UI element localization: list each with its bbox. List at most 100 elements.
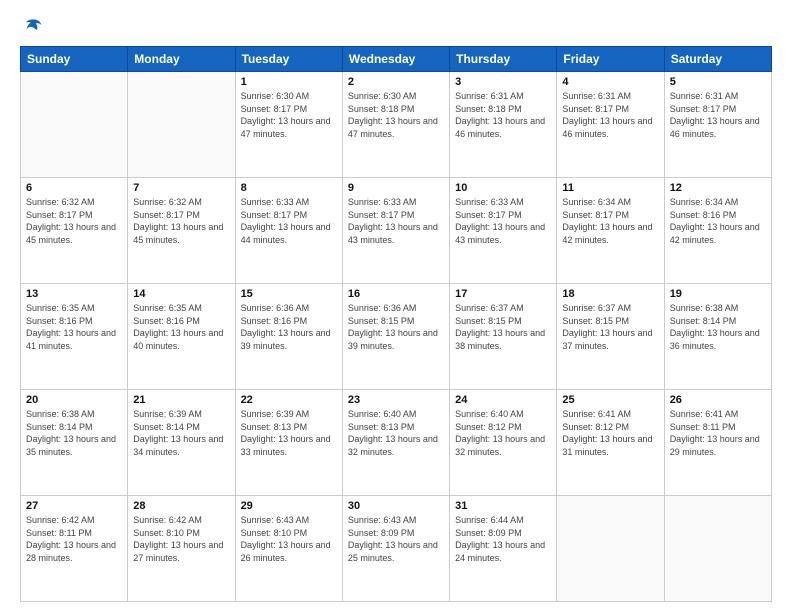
calendar-cell: 27 Sunrise: 6:42 AM Sunset: 8:11 PM Dayli… — [21, 496, 128, 602]
calendar-cell: 30 Sunrise: 6:43 AM Sunset: 8:09 PM Dayli… — [342, 496, 449, 602]
calendar-cell: 5 Sunrise: 6:31 AM Sunset: 8:17 PM Daylig… — [664, 72, 771, 178]
day-info: Sunrise: 6:36 AM Sunset: 8:16 PM Dayligh… — [241, 302, 337, 352]
calendar-cell: 16 Sunrise: 6:36 AM Sunset: 8:15 PM Dayli… — [342, 284, 449, 390]
calendar-cell: 26 Sunrise: 6:41 AM Sunset: 8:11 PM Dayli… — [664, 390, 771, 496]
day-info: Sunrise: 6:43 AM Sunset: 8:09 PM Dayligh… — [348, 514, 444, 564]
calendar-cell — [557, 496, 664, 602]
day-number: 23 — [348, 394, 444, 406]
day-number: 27 — [26, 500, 122, 512]
day-info: Sunrise: 6:44 AM Sunset: 8:09 PM Dayligh… — [455, 514, 551, 564]
calendar-cell: 9Sunrise: 6:33 AM Sunset: 8:17 PM Daylig… — [342, 178, 449, 284]
calendar-cell: 8 Sunrise: 6:33 AM Sunset: 8:17 PM Daylig… — [235, 178, 342, 284]
day-info: Sunrise: 6:31 AM Sunset: 8:17 PM Dayligh… — [670, 90, 766, 140]
weekday-header-monday: Monday — [128, 47, 235, 72]
day-number: 11 — [562, 182, 658, 194]
day-number: 28 — [133, 500, 229, 512]
logo-bird-icon — [24, 16, 44, 36]
day-info: Sunrise: 6:37 AM Sunset: 8:15 PM Dayligh… — [562, 302, 658, 352]
day-number: 10 — [455, 182, 551, 194]
weekday-header-saturday: Saturday — [664, 47, 771, 72]
day-number: 8 — [241, 182, 337, 194]
calendar-cell: 10 Sunrise: 6:33 AM Sunset: 8:17 PM Dayli… — [450, 178, 557, 284]
day-number: 13 — [26, 288, 122, 300]
weekday-header-row: SundayMondayTuesdayWednesdayThursdayFrid… — [21, 47, 772, 72]
day-number: 15 — [241, 288, 337, 300]
day-number: 19 — [670, 288, 766, 300]
day-info: Sunrise: 6:38 AM Sunset: 8:14 PM Dayligh… — [26, 408, 122, 458]
calendar-cell: 31 Sunrise: 6:44 AM Sunset: 8:09 PM Dayli… — [450, 496, 557, 602]
calendar-cell: 23 Sunrise: 6:40 AM Sunset: 8:13 PM Dayli… — [342, 390, 449, 496]
calendar-cell: 18 Sunrise: 6:37 AM Sunset: 8:15 PM Dayli… — [557, 284, 664, 390]
day-info: Sunrise: 6:32 AM Sunset: 8:17 PM Dayligh… — [133, 196, 229, 246]
week-row-1: 6Sunrise: 6:32 AM Sunset: 8:17 PM Daylig… — [21, 178, 772, 284]
day-number: 7 — [133, 182, 229, 194]
calendar-cell — [664, 496, 771, 602]
calendar-cell: 21Sunrise: 6:39 AM Sunset: 8:14 PM Dayli… — [128, 390, 235, 496]
calendar-cell: 17 Sunrise: 6:37 AM Sunset: 8:15 PM Dayli… — [450, 284, 557, 390]
day-info: Sunrise: 6:40 AM Sunset: 8:12 PM Dayligh… — [455, 408, 551, 458]
day-info: Sunrise: 6:31 AM Sunset: 8:17 PM Dayligh… — [562, 90, 658, 140]
day-info: Sunrise: 6:41 AM Sunset: 8:11 PM Dayligh… — [670, 408, 766, 458]
weekday-header-tuesday: Tuesday — [235, 47, 342, 72]
day-info: Sunrise: 6:42 AM Sunset: 8:11 PM Dayligh… — [26, 514, 122, 564]
day-info: Sunrise: 6:41 AM Sunset: 8:12 PM Dayligh… — [562, 408, 658, 458]
calendar-cell — [128, 72, 235, 178]
calendar-cell: 29 Sunrise: 6:43 AM Sunset: 8:10 PM Dayli… — [235, 496, 342, 602]
calendar-cell: 28 Sunrise: 6:42 AM Sunset: 8:10 PM Dayli… — [128, 496, 235, 602]
day-info: Sunrise: 6:39 AM Sunset: 8:14 PM Dayligh… — [133, 408, 229, 458]
calendar-table: SundayMondayTuesdayWednesdayThursdayFrid… — [20, 46, 772, 602]
day-number: 2 — [348, 76, 444, 88]
day-info: Sunrise: 6:37 AM Sunset: 8:15 PM Dayligh… — [455, 302, 551, 352]
calendar-cell: 11 Sunrise: 6:34 AM Sunset: 8:17 PM Dayli… — [557, 178, 664, 284]
day-number: 5 — [670, 76, 766, 88]
weekday-header-sunday: Sunday — [21, 47, 128, 72]
day-number: 26 — [670, 394, 766, 406]
day-number: 12 — [670, 182, 766, 194]
logo — [20, 16, 46, 36]
day-number: 31 — [455, 500, 551, 512]
header — [20, 16, 772, 36]
day-info: Sunrise: 6:43 AM Sunset: 8:10 PM Dayligh… — [241, 514, 337, 564]
day-number: 22 — [241, 394, 337, 406]
day-info: Sunrise: 6:38 AM Sunset: 8:14 PM Dayligh… — [670, 302, 766, 352]
week-row-0: 1 Sunrise: 6:30 AM Sunset: 8:17 PM Daylig… — [21, 72, 772, 178]
calendar-cell: 2 Sunrise: 6:30 AM Sunset: 8:18 PM Daylig… — [342, 72, 449, 178]
day-number: 17 — [455, 288, 551, 300]
day-info: Sunrise: 6:39 AM Sunset: 8:13 PM Dayligh… — [241, 408, 337, 458]
day-number: 25 — [562, 394, 658, 406]
day-info: Sunrise: 6:35 AM Sunset: 8:16 PM Dayligh… — [133, 302, 229, 352]
day-info: Sunrise: 6:33 AM Sunset: 8:17 PM Dayligh… — [455, 196, 551, 246]
page: SundayMondayTuesdayWednesdayThursdayFrid… — [0, 0, 792, 612]
day-number: 18 — [562, 288, 658, 300]
day-info: Sunrise: 6:30 AM Sunset: 8:18 PM Dayligh… — [348, 90, 444, 140]
day-info: Sunrise: 6:30 AM Sunset: 8:17 PM Dayligh… — [241, 90, 337, 140]
day-info: Sunrise: 6:42 AM Sunset: 8:10 PM Dayligh… — [133, 514, 229, 564]
day-info: Sunrise: 6:40 AM Sunset: 8:13 PM Dayligh… — [348, 408, 444, 458]
day-number: 24 — [455, 394, 551, 406]
calendar-cell: 7 Sunrise: 6:32 AM Sunset: 8:17 PM Daylig… — [128, 178, 235, 284]
weekday-header-friday: Friday — [557, 47, 664, 72]
day-number: 4 — [562, 76, 658, 88]
day-number: 30 — [348, 500, 444, 512]
calendar-cell: 15 Sunrise: 6:36 AM Sunset: 8:16 PM Dayli… — [235, 284, 342, 390]
day-number: 20 — [26, 394, 122, 406]
calendar-cell: 25 Sunrise: 6:41 AM Sunset: 8:12 PM Dayli… — [557, 390, 664, 496]
day-info: Sunrise: 6:33 AM Sunset: 8:17 PM Dayligh… — [241, 196, 337, 246]
week-row-3: 20 Sunrise: 6:38 AM Sunset: 8:14 PM Dayli… — [21, 390, 772, 496]
calendar-cell: 22 Sunrise: 6:39 AM Sunset: 8:13 PM Dayli… — [235, 390, 342, 496]
day-info: Sunrise: 6:34 AM Sunset: 8:16 PM Dayligh… — [670, 196, 766, 246]
day-info: Sunrise: 6:36 AM Sunset: 8:15 PM Dayligh… — [348, 302, 444, 352]
weekday-header-thursday: Thursday — [450, 47, 557, 72]
weekday-header-wednesday: Wednesday — [342, 47, 449, 72]
calendar-cell: 20 Sunrise: 6:38 AM Sunset: 8:14 PM Dayli… — [21, 390, 128, 496]
calendar-cell: 3Sunrise: 6:31 AM Sunset: 8:18 PM Daylig… — [450, 72, 557, 178]
day-number: 1 — [241, 76, 337, 88]
calendar-cell: 12 Sunrise: 6:34 AM Sunset: 8:16 PM Dayli… — [664, 178, 771, 284]
day-info: Sunrise: 6:34 AM Sunset: 8:17 PM Dayligh… — [562, 196, 658, 246]
calendar-cell: 4 Sunrise: 6:31 AM Sunset: 8:17 PM Daylig… — [557, 72, 664, 178]
day-info: Sunrise: 6:32 AM Sunset: 8:17 PM Dayligh… — [26, 196, 122, 246]
day-number: 16 — [348, 288, 444, 300]
calendar-cell: 14Sunrise: 6:35 AM Sunset: 8:16 PM Dayli… — [128, 284, 235, 390]
day-number: 3 — [455, 76, 551, 88]
day-number: 29 — [241, 500, 337, 512]
